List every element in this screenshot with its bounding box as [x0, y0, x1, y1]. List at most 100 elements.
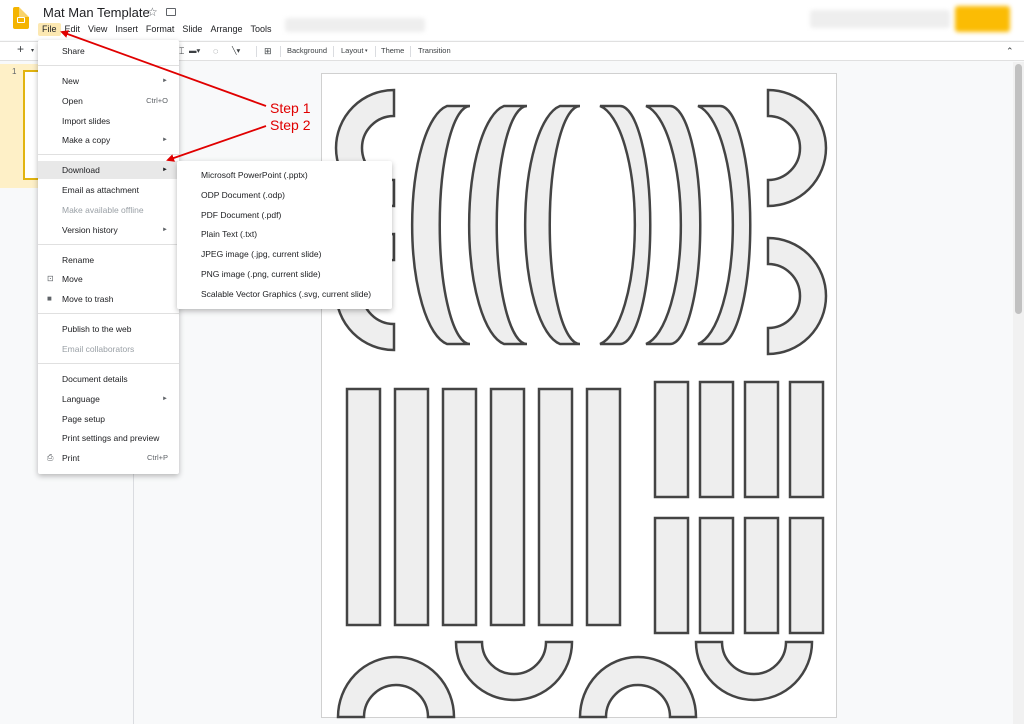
download-jpg[interactable]: JPEG image (.jpg, current slide)	[177, 244, 392, 264]
long-stick-shape[interactable]	[393, 387, 430, 627]
menu-item-move[interactable]: ⊡ Move	[38, 270, 179, 288]
submenu-arrow-icon: ►	[162, 396, 168, 402]
mat-man-shapes	[334, 88, 828, 719]
menu-view[interactable]: View	[84, 23, 111, 36]
curve-shape[interactable]	[645, 104, 702, 346]
step2-arrow	[166, 125, 267, 162]
short-stick-shape[interactable]	[698, 380, 735, 499]
submenu-arrow-icon: ►	[162, 78, 168, 84]
short-stick-shape[interactable]	[653, 380, 690, 499]
menu-tools[interactable]: Tools	[246, 23, 275, 36]
half-ring-shape[interactable]	[336, 655, 456, 719]
move-folder-icon: ⊡	[47, 274, 54, 283]
long-stick-shape[interactable]	[345, 387, 382, 627]
menu-item-move-to-trash[interactable]: ■ Move to trash	[38, 290, 179, 308]
theme-button[interactable]: Theme	[381, 46, 404, 56]
download-svg[interactable]: Scalable Vector Graphics (.svg, current …	[177, 284, 392, 304]
short-stick-shape[interactable]	[788, 516, 825, 635]
vertical-scrollbar[interactable]	[1013, 62, 1024, 724]
menu-item-download[interactable]: Download ►	[38, 161, 179, 179]
menu-arrange[interactable]: Arrange	[206, 23, 246, 36]
long-stick-shape[interactable]	[585, 387, 622, 627]
menu-item-print-settings-and-preview[interactable]: Print settings and preview	[38, 429, 179, 447]
short-stick-shape[interactable]	[698, 516, 735, 635]
slide-canvas[interactable]	[321, 73, 837, 719]
half-ring-shape[interactable]	[766, 236, 828, 356]
collapse-toolbar-icon[interactable]: ⌃	[1006, 46, 1014, 56]
shape-icon[interactable]: ◌	[213, 46, 218, 56]
menu-item-make-a-copy[interactable]: Make a copy ►	[38, 131, 179, 149]
image-icon[interactable]: ▬▾	[189, 46, 200, 56]
menu-item-import-slides[interactable]: Import slides	[38, 112, 179, 130]
trash-icon: ■	[47, 294, 52, 303]
menu-item-page-setup[interactable]: Page setup	[38, 410, 179, 428]
menu-item-make-available-offline[interactable]: Make available offline	[38, 201, 179, 219]
step2-label: Step 2	[270, 117, 311, 133]
add-comment-icon[interactable]: ⊞	[264, 46, 272, 56]
download-png[interactable]: PNG image (.png, current slide)	[177, 264, 392, 284]
menu-divider	[38, 313, 179, 314]
new-slide-button[interactable]: +	[17, 43, 24, 55]
printer-icon: ⎙	[47, 453, 54, 462]
long-stick-shape[interactable]	[489, 387, 526, 627]
short-stick-shape[interactable]	[788, 380, 825, 499]
star-icon[interactable]: ☆	[147, 5, 158, 19]
menu-slide[interactable]: Slide	[178, 23, 206, 36]
folder-icon[interactable]	[166, 8, 176, 16]
menu-item-new[interactable]: New ►	[38, 72, 179, 90]
half-ring-shape[interactable]	[766, 88, 828, 208]
menu-divider	[38, 363, 179, 364]
google-slides-window: Mat Man Template ☆ File Edit View Insert…	[0, 0, 1024, 724]
curve-shape[interactable]	[410, 104, 471, 346]
submenu-arrow-icon: ►	[162, 227, 168, 233]
download-odp[interactable]: ODP Document (.odp)	[177, 185, 392, 205]
curve-shape[interactable]	[523, 104, 581, 346]
download-txt[interactable]: Plain Text (.txt)	[177, 224, 392, 244]
layout-dropdown-icon[interactable]: ▾	[365, 46, 368, 56]
menu-item-language[interactable]: Language ►	[38, 390, 179, 408]
blurred-header-area	[810, 10, 950, 28]
slides-logo-icon[interactable]	[13, 7, 29, 29]
menu-bar: File Edit View Insert Format Slide Arran…	[38, 23, 275, 37]
curve-shape[interactable]	[599, 104, 652, 346]
half-ring-shape[interactable]	[578, 655, 698, 719]
menu-item-version-history[interactable]: Version history ►	[38, 221, 179, 239]
toolbar-divider	[256, 46, 257, 57]
slide-number: 1	[12, 67, 17, 76]
line-icon[interactable]: ╲▾	[232, 46, 240, 56]
short-stick-shape[interactable]	[743, 516, 780, 635]
menu-item-print[interactable]: ⎙ Print Ctrl+P	[38, 449, 179, 467]
download-pptx[interactable]: Microsoft PowerPoint (.pptx)	[177, 165, 392, 185]
menu-file[interactable]: File	[38, 23, 61, 36]
menu-divider	[38, 244, 179, 245]
curve-shape[interactable]	[697, 104, 752, 346]
menu-item-open[interactable]: Open Ctrl+O	[38, 92, 179, 110]
half-ring-shape[interactable]	[454, 640, 574, 702]
menu-item-email-collaborators[interactable]: Email collaborators	[38, 340, 179, 358]
new-slide-dropdown-icon[interactable]: ▾	[31, 46, 34, 56]
menu-item-publish-to-the-web[interactable]: Publish to the web	[38, 320, 179, 338]
menu-insert[interactable]: Insert	[111, 23, 142, 36]
toolbar-divider	[280, 46, 281, 57]
long-stick-shape[interactable]	[441, 387, 478, 627]
short-stick-shape[interactable]	[743, 380, 780, 499]
layout-button[interactable]: Layout	[341, 46, 364, 56]
short-stick-shape[interactable]	[653, 516, 690, 635]
menu-item-document-details[interactable]: Document details	[38, 370, 179, 388]
slide-thumbnail[interactable]	[0, 64, 45, 188]
menu-format[interactable]: Format	[142, 23, 179, 36]
document-title[interactable]: Mat Man Template	[43, 5, 150, 20]
menu-edit[interactable]: Edit	[61, 23, 85, 36]
menu-item-rename[interactable]: Rename	[38, 251, 179, 269]
menu-item-share[interactable]: Share	[38, 42, 179, 60]
long-stick-shape[interactable]	[537, 387, 574, 627]
transition-button[interactable]: Transition	[418, 46, 451, 56]
background-button[interactable]: Background	[287, 46, 327, 56]
text-box-icon[interactable]: ⌶	[179, 46, 184, 56]
menu-item-email-as-attachment[interactable]: Email as attachment	[38, 181, 179, 199]
download-pdf[interactable]: PDF Document (.pdf)	[177, 205, 392, 225]
curve-shape[interactable]	[467, 104, 528, 346]
half-ring-shape[interactable]	[694, 640, 814, 702]
menu-divider	[38, 154, 179, 155]
share-button-blurred[interactable]	[955, 6, 1010, 32]
